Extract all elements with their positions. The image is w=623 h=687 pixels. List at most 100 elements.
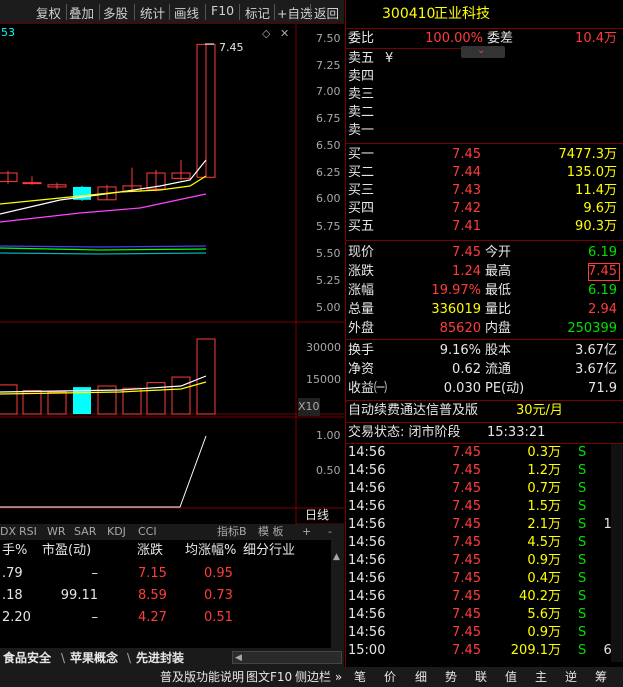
- quote-value: 2.94: [588, 302, 617, 317]
- sidebar-toggle[interactable]: 侧边栏 »: [295, 668, 342, 686]
- kdj-axis-tick: 0.50: [316, 464, 341, 477]
- sector-tab-bar: 食品安全 \ 苹果概念 \ 先进封装 ◀: [0, 648, 344, 667]
- fin-value: 9.16%: [439, 343, 481, 358]
- sector-tab-apple[interactable]: 苹果概念: [70, 649, 118, 667]
- price-axis-tick: 5.00: [316, 301, 341, 314]
- toolbar-add-watchlist-button[interactable]: +自选: [277, 3, 312, 21]
- quote-label: 最低: [485, 283, 512, 298]
- volume-axis-tick: 15000: [306, 373, 341, 386]
- price-axis-tick: 7.00: [316, 85, 341, 98]
- high-limit-marker: [588, 263, 620, 281]
- quote-panel: 300410 正业科技 委比 100.00% 委差 10.4万 ⌄ 卖五 ¥ 卖…: [345, 0, 623, 687]
- table-header: 涨跌: [137, 543, 164, 558]
- tick-price: 7.45: [452, 463, 481, 478]
- toolbar-overlay-button[interactable]: 叠加: [69, 3, 94, 21]
- nav-detail-button[interactable]: 细: [415, 668, 427, 686]
- toolbar-separator: [274, 4, 275, 20]
- tick-volume: 209.1万: [510, 643, 561, 658]
- period-daily-label[interactable]: 日线: [305, 506, 329, 524]
- nav-reverse-button[interactable]: 逆: [565, 668, 577, 686]
- toolbar-draw-button[interactable]: 画线: [174, 3, 199, 21]
- stock-name: 正业科技: [434, 6, 490, 22]
- tick-volume: 0.9万: [527, 625, 561, 640]
- toolbar-separator: [134, 4, 135, 20]
- promo-text[interactable]: 自动续费通达信普及版: [348, 402, 478, 420]
- toolbar-stats-button[interactable]: 统计: [140, 3, 165, 21]
- f10-link[interactable]: 图文F10: [246, 668, 292, 686]
- indicator-tab-rsi[interactable]: RSI: [19, 523, 37, 541]
- buy-level-volume: 11.4万: [575, 183, 617, 198]
- nav-link-button[interactable]: 联: [475, 668, 487, 686]
- add-indicator-button[interactable]: +: [302, 523, 311, 541]
- scroll-left-icon[interactable]: ◀: [235, 649, 242, 667]
- toolbar-mark-button[interactable]: 标记: [245, 3, 270, 21]
- tick-time: 14:56: [348, 535, 386, 550]
- remove-indicator-button[interactable]: -: [328, 523, 332, 541]
- toolbar-f10-button[interactable]: F10: [211, 3, 234, 21]
- nav-value-button[interactable]: 值: [505, 668, 517, 686]
- sector-tab-food-safety[interactable]: 食品安全: [3, 649, 51, 667]
- quote-value: 1.24: [452, 264, 481, 279]
- tick-volume: 5.6万: [527, 607, 561, 622]
- kline-chart-area[interactable]: 53 ◇ ✕ 7.45 7.50 7.25 7.00 6.75 6.50 6.2…: [0, 24, 344, 524]
- table-cell: 0.73: [204, 588, 233, 603]
- indicator-b-button[interactable]: 指标B: [217, 523, 247, 541]
- indicator-tab-sar[interactable]: SAR: [74, 523, 96, 541]
- nav-trend-button[interactable]: 势: [445, 668, 457, 686]
- scroll-up-icon[interactable]: ▲: [333, 548, 340, 566]
- diamond-icon[interactable]: ◇: [262, 25, 270, 43]
- buy-level-price: 7.45: [452, 147, 481, 162]
- tick-price: 7.45: [452, 553, 481, 568]
- price-axis-tick: 5.25: [316, 274, 341, 287]
- tick-volume: 2.1万: [527, 517, 561, 532]
- collapse-orderbook-button[interactable]: ⌄: [461, 45, 505, 58]
- toolbar-multistock-button[interactable]: 多股: [103, 3, 128, 21]
- indicator-tab-cci[interactable]: CCI: [138, 523, 157, 541]
- buy-level-price: 7.42: [452, 201, 481, 216]
- promo-price[interactable]: 30元/月: [516, 402, 563, 420]
- nav-main-button[interactable]: 主: [535, 668, 547, 686]
- sell-level-label: 卖三: [348, 87, 375, 102]
- kline-chart-svg: [0, 24, 344, 524]
- tick-price: 7.45: [452, 625, 481, 640]
- close-icon[interactable]: ✕: [280, 25, 289, 43]
- template-button[interactable]: 模 板: [258, 523, 284, 541]
- table-scrollbar[interactable]: ▲: [331, 540, 344, 648]
- quote-label: 今开: [485, 245, 512, 260]
- indicator-tab-wr[interactable]: WR: [47, 523, 66, 541]
- indicator-tab-dx[interactable]: DX: [0, 523, 16, 541]
- nav-chips-button[interactable]: 筹: [595, 668, 607, 686]
- sector-tab-advanced-packaging[interactable]: 先进封装: [136, 649, 184, 667]
- tick-time: 14:56: [348, 571, 386, 586]
- table-cell: 8.59: [138, 588, 167, 603]
- table-cell: .79: [2, 566, 23, 581]
- candle-body: [22, 182, 42, 185]
- buy-level-label: 买二: [348, 165, 375, 180]
- kdj-axis-tick: 1.00: [316, 429, 341, 442]
- buy-level-label: 买四: [348, 201, 375, 216]
- chart-top-left-label: 53: [1, 26, 15, 39]
- toolbar-back-button[interactable]: 返回: [314, 3, 339, 21]
- help-link[interactable]: 普及版功能说明: [160, 668, 244, 686]
- nav-price-button[interactable]: 价: [384, 668, 396, 686]
- quote-value: 250399: [567, 321, 617, 336]
- tick-scrollbar[interactable]: [611, 444, 623, 662]
- toolbar-fuquan-button[interactable]: 复权: [36, 3, 61, 21]
- nav-tick-button[interactable]: 笔: [354, 668, 366, 686]
- volume-axis-tick: 30000: [306, 341, 341, 354]
- tick-time: 14:56: [348, 445, 386, 460]
- fin-label: 净资: [348, 362, 375, 377]
- quote-label: 外盘: [348, 321, 375, 336]
- horizontal-scrollbar[interactable]: ◀: [232, 651, 342, 664]
- volume-bar: [0, 384, 18, 415]
- fin-label: PE(动): [485, 381, 525, 396]
- table-cell: 0.51: [204, 610, 233, 625]
- ma60-line: [0, 247, 207, 251]
- tick-volume: 1.5万: [527, 499, 561, 514]
- fin-label: 股本: [485, 343, 512, 358]
- quote-label: 内盘: [485, 321, 512, 336]
- indicator-tab-kdj[interactable]: KDJ: [107, 523, 126, 541]
- tick-time: 15:00: [348, 643, 386, 658]
- toolbar-separator: [205, 4, 206, 20]
- buy-level-price: 7.43: [452, 183, 481, 198]
